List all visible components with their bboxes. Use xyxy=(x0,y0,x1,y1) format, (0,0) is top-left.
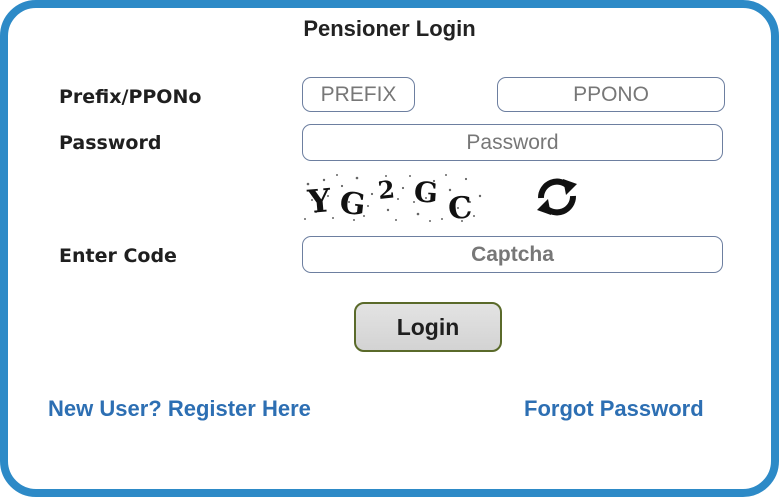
login-button[interactable]: Login xyxy=(354,302,502,352)
prefix-input[interactable] xyxy=(302,77,415,112)
svg-text:Y: Y xyxy=(305,181,333,221)
enter-code-label: Enter Code xyxy=(59,245,177,267)
ppono-input[interactable] xyxy=(497,77,725,112)
prefix-ppono-label: Prefix/PPONo xyxy=(59,86,202,108)
captcha-input[interactable] xyxy=(302,236,723,273)
password-label: Password xyxy=(59,132,162,154)
password-input[interactable] xyxy=(302,124,723,161)
svg-text:2: 2 xyxy=(376,174,396,205)
captcha-image: Y G 2 G C xyxy=(304,174,482,224)
forgot-password-link[interactable]: Forgot Password xyxy=(524,396,704,422)
page-title: Pensioner Login xyxy=(303,16,476,41)
svg-text:G: G xyxy=(338,186,367,223)
refresh-icon[interactable] xyxy=(532,174,582,220)
register-link[interactable]: New User? Register Here xyxy=(48,396,311,422)
svg-text:G: G xyxy=(413,175,439,210)
svg-text:C: C xyxy=(447,190,473,224)
